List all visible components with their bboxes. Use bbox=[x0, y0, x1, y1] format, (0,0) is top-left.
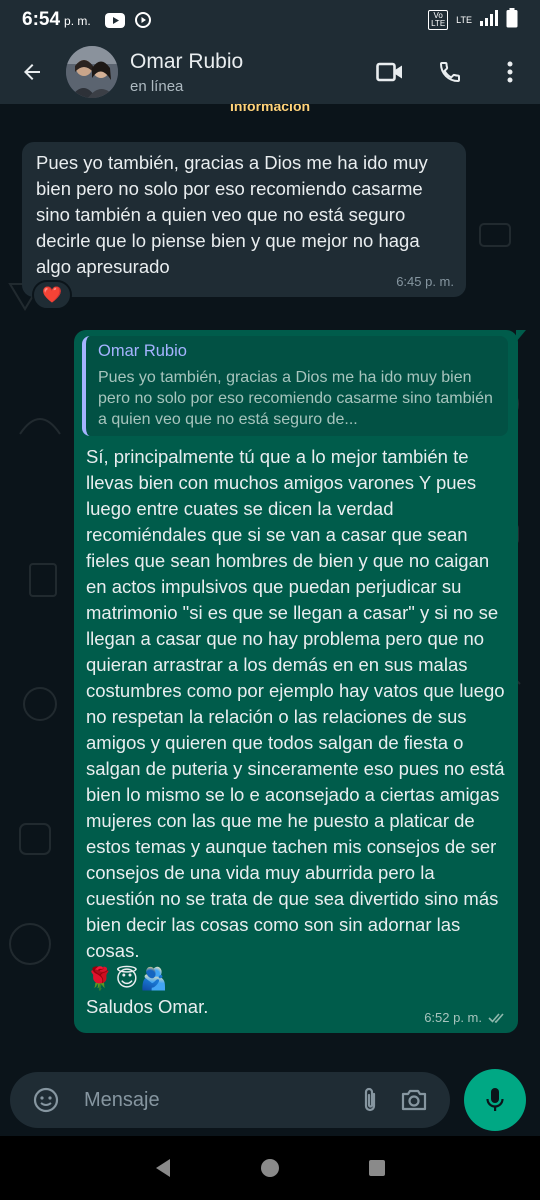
heart-reaction: ❤️ bbox=[42, 287, 62, 304]
message-reaction[interactable]: ❤️ bbox=[32, 280, 72, 310]
microphone-icon bbox=[486, 1088, 504, 1111]
status-time-period: p. m. bbox=[64, 14, 91, 28]
quoted-text: Pues yo también, gracias a Dios me ha id… bbox=[98, 369, 493, 428]
contact-name: Omar Rubio bbox=[130, 49, 244, 73]
nav-recents-button[interactable] bbox=[357, 1148, 397, 1188]
battery-icon bbox=[506, 7, 518, 33]
notification-icons bbox=[104, 12, 153, 28]
quoted-message[interactable]: Omar Rubio Pues yo también, gracias a Di… bbox=[82, 336, 508, 436]
date-chip: Información bbox=[229, 104, 311, 114]
outgoing-message-text: Sí, principalmente tú que a lo mejor tam… bbox=[86, 446, 510, 961]
camera-button[interactable] bbox=[392, 1078, 436, 1122]
camera-icon bbox=[401, 1089, 427, 1111]
rose-emoji: 🌹 bbox=[86, 966, 114, 991]
header-actions bbox=[360, 40, 540, 104]
hug-emoji: 🫂 bbox=[140, 966, 168, 991]
square-recents-icon bbox=[368, 1160, 385, 1176]
contact-status: en línea bbox=[130, 77, 184, 95]
chat-header: Omar Rubio en línea bbox=[0, 40, 540, 104]
emoji-icon bbox=[33, 1087, 59, 1113]
volte-badge: Vo LTE bbox=[428, 10, 449, 30]
nav-back-button[interactable] bbox=[143, 1148, 183, 1188]
message-input[interactable] bbox=[84, 1088, 348, 1112]
network-type: LTE bbox=[456, 15, 472, 25]
nav-home-button[interactable] bbox=[250, 1148, 290, 1188]
status-bar: 6:54 p. m. Vo LTE LTE bbox=[0, 0, 540, 40]
message-input-container bbox=[10, 1072, 450, 1128]
attach-button[interactable] bbox=[348, 1078, 392, 1122]
avatar[interactable] bbox=[66, 46, 118, 98]
outgoing-message-time: 6:52 p. m. bbox=[424, 1010, 482, 1025]
paperclip-icon bbox=[364, 1087, 376, 1112]
video-camera-icon bbox=[376, 62, 402, 82]
video-call-button[interactable] bbox=[360, 40, 420, 104]
more-options-button[interactable] bbox=[480, 40, 540, 104]
contact-info[interactable]: Omar Rubio en línea bbox=[130, 50, 243, 95]
phone-icon bbox=[439, 62, 460, 83]
status-time: 6:54 p. m. bbox=[22, 9, 91, 30]
arrow-left-icon bbox=[24, 64, 40, 80]
outgoing-message[interactable]: Omar Rubio Pues yo también, gracias a Di… bbox=[74, 330, 526, 1033]
chat-area[interactable]: Información Pues yo también, gracias a D… bbox=[0, 104, 540, 1060]
emoji-button[interactable] bbox=[24, 1078, 68, 1122]
triangle-back-icon bbox=[156, 1159, 171, 1177]
status-right: Vo LTE LTE bbox=[428, 7, 518, 33]
halo-emoji: 😇 bbox=[115, 966, 139, 991]
youtube-icon bbox=[104, 12, 125, 28]
incoming-message[interactable]: Pues yo también, gracias a Dios me ha id… bbox=[22, 142, 466, 297]
incoming-message-text: Pues yo también, gracias a Dios me ha id… bbox=[36, 152, 433, 277]
double-check-icon bbox=[488, 1012, 504, 1023]
more-vertical-icon bbox=[507, 61, 513, 83]
input-bar bbox=[0, 1064, 540, 1136]
back-button[interactable] bbox=[4, 40, 60, 104]
emoji-row: 🌹 😇 🫂 bbox=[82, 966, 508, 992]
voice-record-button[interactable] bbox=[464, 1069, 526, 1131]
circle-home-icon bbox=[260, 1159, 279, 1177]
system-nav-bar bbox=[0, 1136, 540, 1200]
signal-icon bbox=[480, 9, 498, 31]
voice-call-button[interactable] bbox=[420, 40, 480, 104]
quoted-author: Omar Rubio bbox=[98, 342, 187, 360]
media-app-icon bbox=[133, 12, 153, 28]
